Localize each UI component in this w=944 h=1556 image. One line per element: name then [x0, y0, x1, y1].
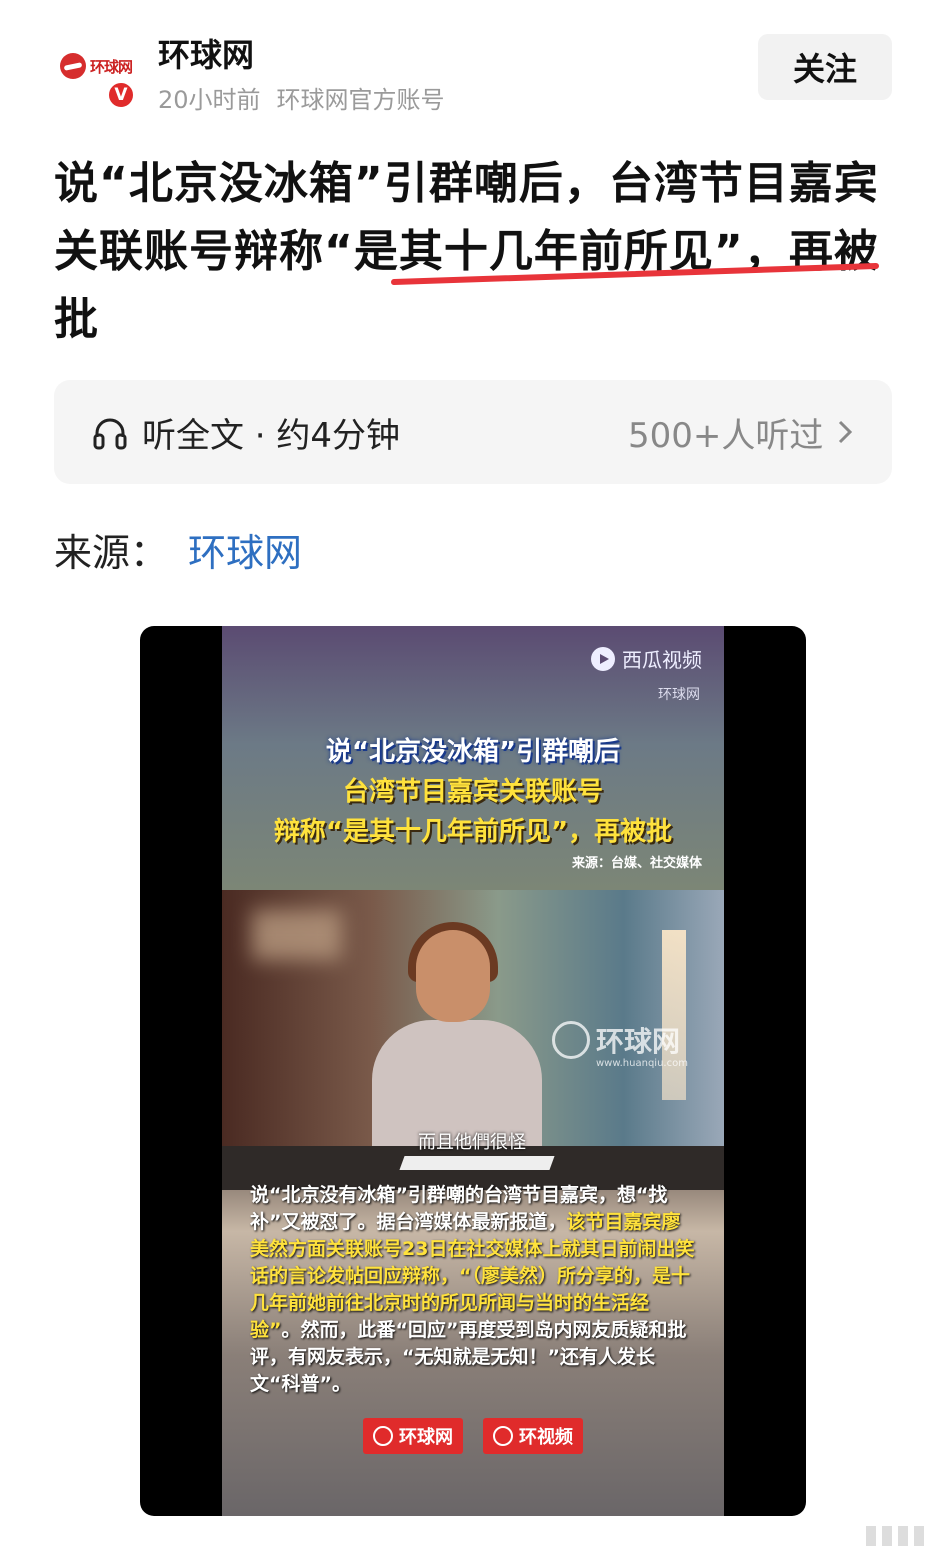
video-player[interactable]: 西瓜视频 环球网 说“北京没冰箱”引群嘲后 台湾节目嘉宾关联账号 辩称“是其十几…: [140, 626, 806, 1516]
headphone-icon: [93, 418, 127, 450]
account-type: 环球网官方账号: [276, 86, 445, 114]
video-body-text: 说“北京没有冰箱”引群嘲的台湾节目嘉宾，想“找补”又被怼了。据台湾媒体最新报道，…: [222, 1182, 724, 1398]
follow-button[interactable]: 关注: [758, 34, 892, 100]
huanshipin-logo-badge: 环视频: [483, 1418, 583, 1454]
chevron-right-icon: [838, 420, 853, 444]
logo-1-text: 环球网: [399, 1427, 453, 1448]
video-subtitle: 而且他們很怪: [418, 1132, 526, 1153]
huanqiu-logo-badge: 环球网: [363, 1418, 463, 1454]
blurred-background: [252, 910, 342, 960]
platform-name: 西瓜视频: [622, 648, 702, 672]
source-label: 来源：: [54, 531, 169, 575]
bottom-blur-strip: [700, 1518, 944, 1554]
watermark-globe-icon: [552, 1021, 590, 1059]
body-text-c: 。然而，此番“回应”再度受到岛内网友质疑和批评，有网友表示，“无知就是无知！”还…: [250, 1319, 687, 1395]
xigua-logo: 西瓜视频: [590, 644, 702, 673]
desk-paper: [399, 1156, 555, 1170]
huanqiu-logo: 环球网: [60, 52, 140, 80]
logo-2-text: 环视频: [519, 1427, 573, 1448]
author-avatar[interactable]: 环球网 V: [52, 40, 140, 110]
bottom-decoration: [866, 1526, 924, 1546]
headline-line-2: 台湾节目嘉宾关联账号: [342, 777, 603, 807]
listener-count: 500+人听过: [628, 416, 824, 456]
guest-head: [416, 930, 490, 1022]
logo-text: 环球网: [90, 57, 133, 76]
guest-figure: [372, 922, 542, 1170]
studio-light: [662, 930, 686, 1100]
studio-scene: 环球网 www.huanqiu.com 而且他們很怪: [222, 890, 724, 1190]
post-time: 20小时前: [158, 86, 261, 114]
source-link[interactable]: 环球网: [188, 522, 302, 577]
huanqiu-watermark: 环球网: [552, 1020, 680, 1060]
headline-line-3: 辩称“是其十几年前所见”，再被批: [273, 817, 673, 847]
listen-label: 听全文 · 约4分钟: [142, 416, 401, 456]
camera-icon: [493, 1426, 513, 1446]
author-name[interactable]: 环球网: [158, 30, 254, 76]
video-headline: 说“北京没冰箱”引群嘲后 台湾节目嘉宾关联账号 辩称“是其十几年前所见”，再被批: [222, 732, 724, 852]
headline-line-1: 说“北京没冰箱”引群嘲后: [325, 737, 621, 767]
video-source-note: 来源：台媒、社交媒体: [571, 856, 702, 871]
post-meta: 20小时前 环球网官方账号: [158, 80, 445, 115]
video-frame: 西瓜视频 环球网 说“北京没冰箱”引群嘲后 台湾节目嘉宾关联账号 辩称“是其十几…: [222, 626, 724, 1516]
globe-icon: [60, 53, 86, 79]
globe-icon: [373, 1426, 393, 1446]
watermark-url: www.huanqiu.com: [596, 1058, 688, 1069]
headline-panel: 西瓜视频 环球网 说“北京没冰箱”引群嘲后 台湾节目嘉宾关联账号 辩称“是其十几…: [222, 626, 724, 890]
xigua-play-icon: [591, 646, 615, 671]
video-logos: 环球网 环视频: [222, 1418, 724, 1454]
channel-name: 环球网: [658, 687, 700, 703]
watermark-text: 环球网: [596, 1025, 681, 1058]
red-underline-annotation: [391, 263, 879, 285]
verified-badge-icon: V: [106, 80, 136, 110]
